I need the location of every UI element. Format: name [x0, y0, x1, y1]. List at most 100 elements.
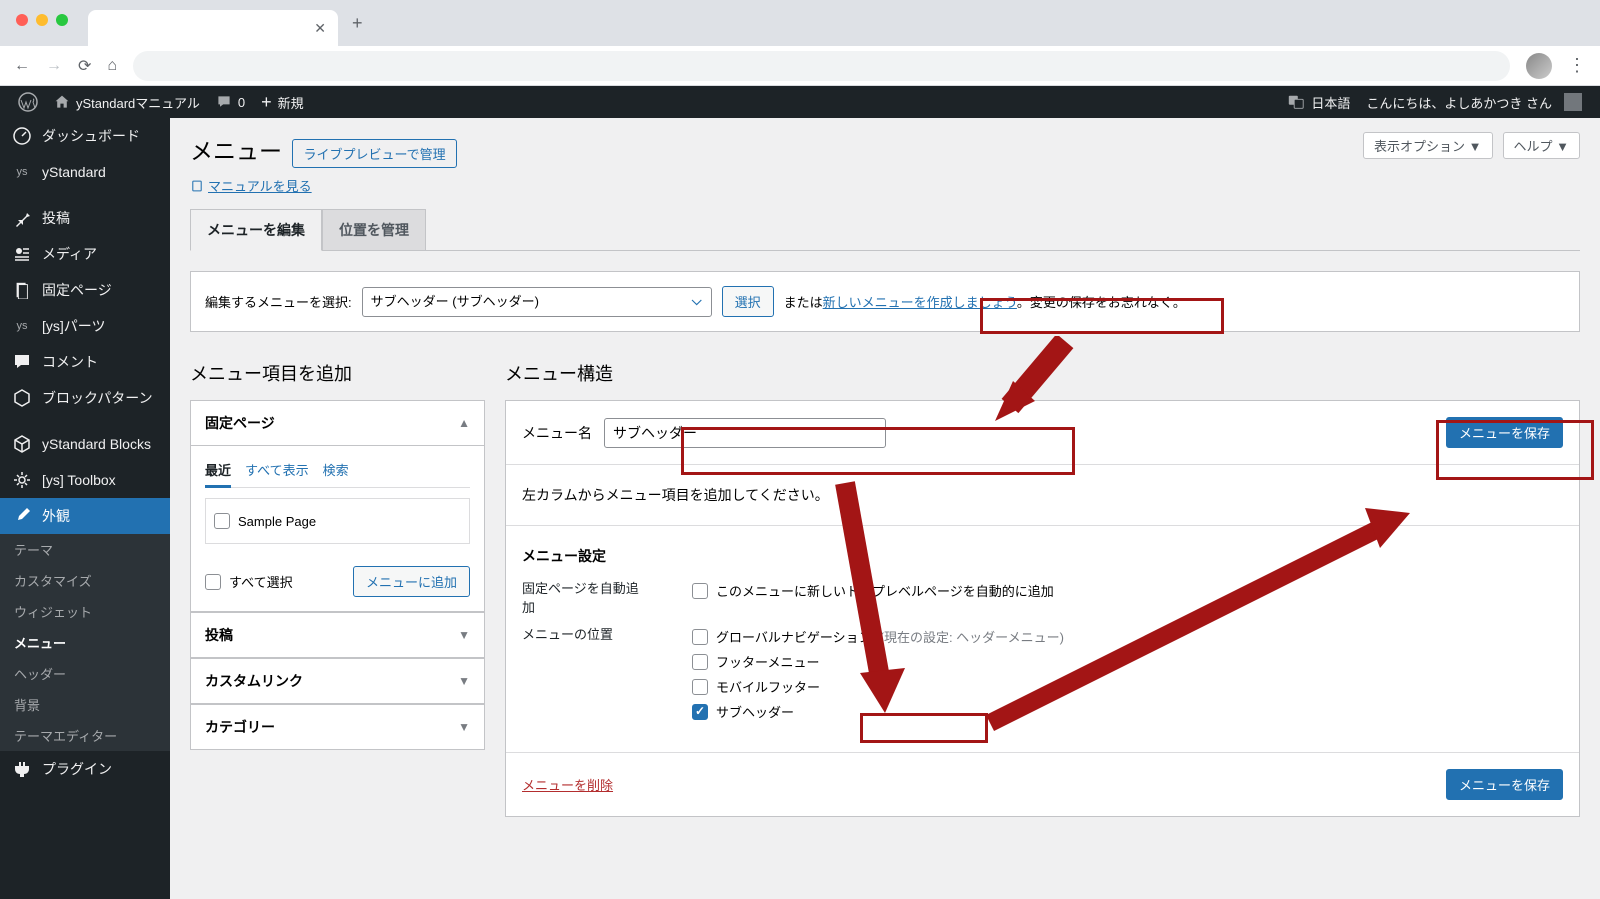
user-avatar-icon: [1564, 93, 1582, 111]
new-tab-button[interactable]: +: [338, 13, 377, 34]
accordion-pages: 固定ページ▲ 最近 すべて表示 検索 Sample Page すべて選択 メニュ: [190, 400, 485, 612]
ystandard-icon: ys: [12, 162, 32, 182]
manual-link[interactable]: マニュアルを見る: [208, 176, 312, 195]
add-items-column: メニュー項目を追加 固定ページ▲ 最近 すべて表示 検索 Sample Page: [190, 352, 485, 817]
inner-tab-all[interactable]: すべて表示: [245, 460, 309, 479]
media-icon: [12, 244, 32, 264]
inner-tab-recent[interactable]: 最近: [205, 460, 231, 488]
chevron-down-icon: ▼: [458, 628, 470, 642]
menu-settings-title: メニュー設定: [522, 546, 1563, 566]
wp-admin-bar: yStandardマニュアル 0 +新規 日本語 こんにちは、よしあかつき さん: [0, 86, 1600, 118]
menu-select[interactable]: サブヘッダー (サブヘッダー): [362, 287, 712, 317]
checkbox-auto-add[interactable]: [692, 583, 708, 599]
menu-dots-icon[interactable]: ⋮: [1568, 55, 1586, 76]
sidebar-item-comments[interactable]: コメント: [0, 344, 170, 380]
accordion-posts: 投稿▼: [190, 612, 485, 658]
submenu-themes[interactable]: テーマ: [0, 534, 170, 565]
add-items-title: メニュー項目を追加: [190, 352, 485, 400]
pin-icon: [12, 208, 32, 228]
screen-options-button[interactable]: 表示オプション ▼: [1363, 132, 1492, 159]
sidebar-item-appearance[interactable]: 外観: [0, 498, 170, 534]
accordion-categories: カテゴリー▼: [190, 704, 485, 750]
select-button[interactable]: 選択: [722, 286, 774, 317]
browser-tab[interactable]: ✕: [88, 10, 338, 46]
sidebar-item-media[interactable]: メディア: [0, 236, 170, 272]
site-name: yStandardマニュアル: [76, 93, 200, 112]
accordion-category-header[interactable]: カテゴリー▼: [191, 705, 484, 749]
url-bar[interactable]: [133, 51, 1510, 81]
site-home-link[interactable]: yStandardマニュアル: [46, 86, 208, 118]
chevron-up-icon: ▲: [458, 416, 470, 430]
sidebar-item-dashboard[interactable]: ダッシュボード: [0, 118, 170, 154]
auto-add-label: 固定ページを自動追加: [522, 578, 642, 616]
comment-icon: [12, 352, 32, 372]
appearance-submenu: テーマ カスタマイズ ウィジェット メニュー ヘッダー 背景 テーマエディター: [0, 534, 170, 751]
brush-icon: [12, 506, 32, 526]
sidebar-item-pages[interactable]: 固定ページ: [0, 272, 170, 308]
submenu-header[interactable]: ヘッダー: [0, 658, 170, 689]
checkbox-select-all[interactable]: [205, 574, 221, 590]
forward-icon: →: [46, 57, 62, 75]
checkbox-sample-page[interactable]: [214, 513, 230, 529]
accordion-custom-links: カスタムリンク▼: [190, 658, 485, 704]
block-pattern-icon: [12, 388, 32, 408]
submenu-menus[interactable]: メニュー: [0, 627, 170, 658]
menu-name-input[interactable]: [604, 418, 886, 448]
checkbox-loc-mobile[interactable]: [692, 679, 708, 695]
back-icon[interactable]: ←: [14, 57, 30, 75]
reload-icon[interactable]: ⟳: [78, 56, 91, 76]
live-preview-button[interactable]: ライブプレビューで管理: [292, 139, 456, 168]
chevron-down-icon: ▼: [458, 674, 470, 688]
sidebar-item-ys-blocks[interactable]: yStandard Blocks: [0, 426, 170, 462]
gear-icon: [12, 470, 32, 490]
sidebar-item-ystandard[interactable]: ysyStandard: [0, 154, 170, 190]
language-switch[interactable]: 日本語: [1279, 86, 1358, 118]
submenu-customize[interactable]: カスタマイズ: [0, 565, 170, 596]
wp-logo[interactable]: [10, 86, 46, 118]
page-title: メニュー: [190, 132, 282, 166]
add-to-menu-button[interactable]: メニューに追加: [353, 566, 470, 597]
close-window-icon[interactable]: [16, 14, 28, 26]
tab-edit-menus[interactable]: メニューを編集: [190, 209, 322, 251]
ys-parts-icon: ys: [12, 316, 32, 336]
tab-manage-locations[interactable]: 位置を管理: [322, 209, 426, 250]
main-content: 表示オプション ▼ ヘルプ ▼ メニュー ライブプレビューで管理 マニュアルを見…: [170, 118, 1600, 899]
menu-structure-column: メニュー構造 メニュー名 メニューを保存 左カラムからメニュー項目を追加してくだ…: [505, 352, 1580, 817]
profile-avatar[interactable]: [1526, 53, 1552, 79]
sidebar-item-posts[interactable]: 投稿: [0, 200, 170, 236]
comments-link[interactable]: 0: [208, 86, 253, 118]
checkbox-loc-global[interactable]: [692, 629, 708, 645]
page-icon: [12, 280, 32, 300]
minimize-window-icon[interactable]: [36, 14, 48, 26]
help-button[interactable]: ヘルプ ▼: [1503, 132, 1580, 159]
sidebar-item-block-patterns[interactable]: ブロックパターン: [0, 380, 170, 416]
locations-label: メニューの位置: [522, 624, 642, 643]
cube-icon: [12, 434, 32, 454]
sidebar-item-plugins[interactable]: プラグイン: [0, 751, 170, 787]
maximize-window-icon[interactable]: [56, 14, 68, 26]
book-icon: [190, 179, 204, 193]
inner-tab-search[interactable]: 検索: [323, 460, 349, 479]
user-greeting[interactable]: こんにちは、よしあかつき さん: [1358, 86, 1590, 118]
sidebar-item-ys-toolbox[interactable]: [ys] Toolbox: [0, 462, 170, 498]
dashboard-icon: [12, 126, 32, 146]
submenu-widgets[interactable]: ウィジェット: [0, 596, 170, 627]
save-menu-button-top[interactable]: メニューを保存: [1446, 417, 1563, 448]
submenu-theme-editor[interactable]: テーマエディター: [0, 720, 170, 751]
delete-menu-link[interactable]: メニューを削除: [522, 775, 613, 794]
plugin-icon: [12, 759, 32, 779]
browser-toolbar: ← → ⟳ ⌂ ⋮: [0, 46, 1600, 86]
close-tab-icon[interactable]: ✕: [314, 20, 326, 37]
accordion-custom-header[interactable]: カスタムリンク▼: [191, 659, 484, 703]
submenu-background[interactable]: 背景: [0, 689, 170, 720]
create-new-menu-link[interactable]: 新しいメニューを作成しましょう: [823, 295, 1017, 310]
accordion-pages-header[interactable]: 固定ページ▲: [191, 401, 484, 446]
home-icon[interactable]: ⌂: [107, 57, 117, 75]
save-menu-button-bottom[interactable]: メニューを保存: [1446, 769, 1563, 800]
new-content-link[interactable]: +新規: [253, 86, 312, 118]
traffic-lights: [0, 0, 84, 40]
checkbox-loc-subheader[interactable]: [692, 704, 708, 720]
sidebar-item-ys-parts[interactable]: ys[ys]パーツ: [0, 308, 170, 344]
accordion-posts-header[interactable]: 投稿▼: [191, 613, 484, 657]
checkbox-loc-footer[interactable]: [692, 654, 708, 670]
